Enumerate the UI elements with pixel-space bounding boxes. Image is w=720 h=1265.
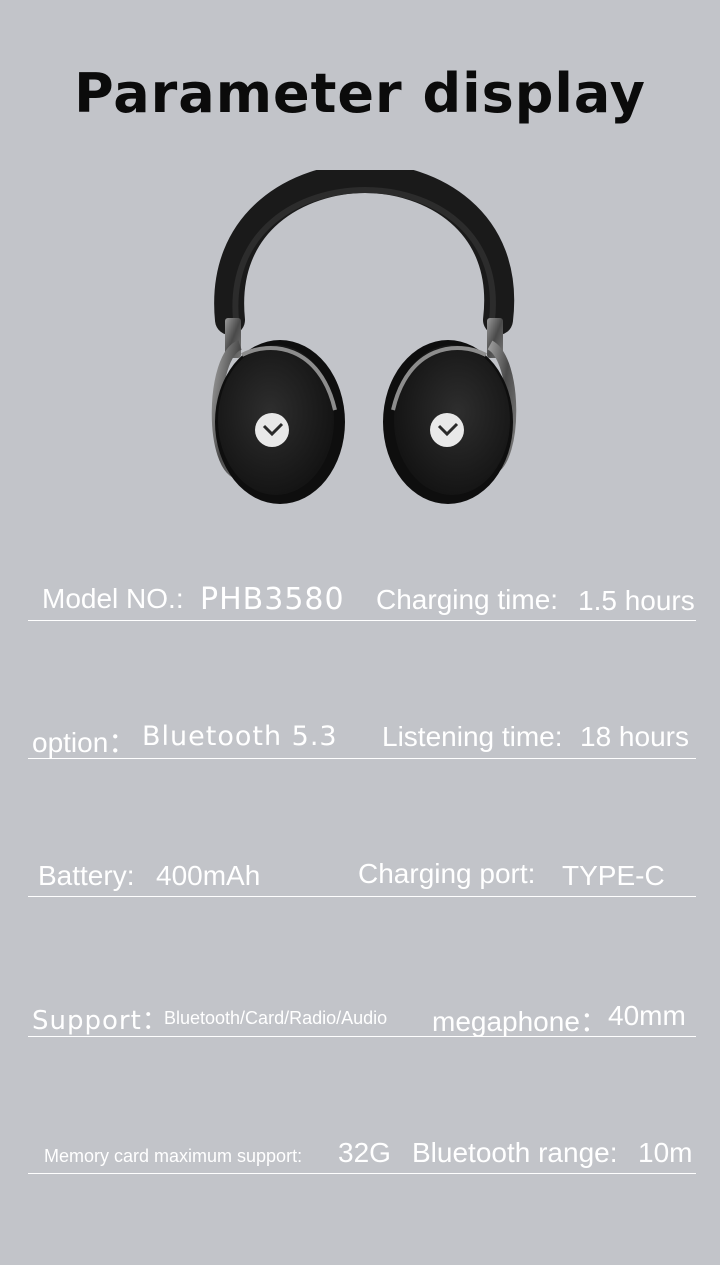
charging-port-value: TYPE-C <box>562 860 665 891</box>
page-title: Parameter display <box>74 62 646 125</box>
charging-time-label: Charging time: <box>376 584 559 615</box>
spec-row-model: Model NO.: PHB3580 Charging time: 1.5 ho… <box>28 580 696 621</box>
model-label: Model NO.: <box>42 583 184 614</box>
bluetooth-range-label: Bluetooth range: <box>412 1137 618 1168</box>
battery-value: 400mAh <box>156 860 261 891</box>
battery-label: Battery: <box>38 860 135 891</box>
option-value: Bluetooth 5.3 <box>142 721 338 752</box>
spec-row-battery: Battery: 400mAh Charging port: TYPE-C <box>28 856 696 897</box>
listening-time-label: Listening time: <box>382 721 563 752</box>
bluetooth-range-value: 10m <box>638 1137 693 1168</box>
model-value: PHB3580 <box>200 582 345 617</box>
megaphone-label: megaphone： <box>432 1006 608 1037</box>
listening-time-value: 18 hours <box>580 721 689 752</box>
charging-port-label: Charging port: <box>358 858 536 889</box>
memory-label: Memory card maximum support: <box>44 1146 303 1166</box>
spec-row-support: Support： Bluetooth/Card/Radio/Audio mega… <box>28 996 696 1037</box>
spec-row-memory: Memory card maximum support: 32G Bluetoo… <box>28 1133 696 1174</box>
spec-row-option: option： Bluetooth 5.3 Listening time: 18… <box>28 718 696 759</box>
headphones-product-image <box>200 170 525 510</box>
megaphone-value: 40mm <box>608 1000 686 1031</box>
memory-value: 32G <box>338 1137 391 1168</box>
option-label: option： <box>32 727 137 758</box>
charging-time-value: 1.5 hours <box>578 585 695 616</box>
support-label: Support： <box>32 1006 169 1036</box>
support-value: Bluetooth/Card/Radio/Audio <box>164 1008 388 1028</box>
